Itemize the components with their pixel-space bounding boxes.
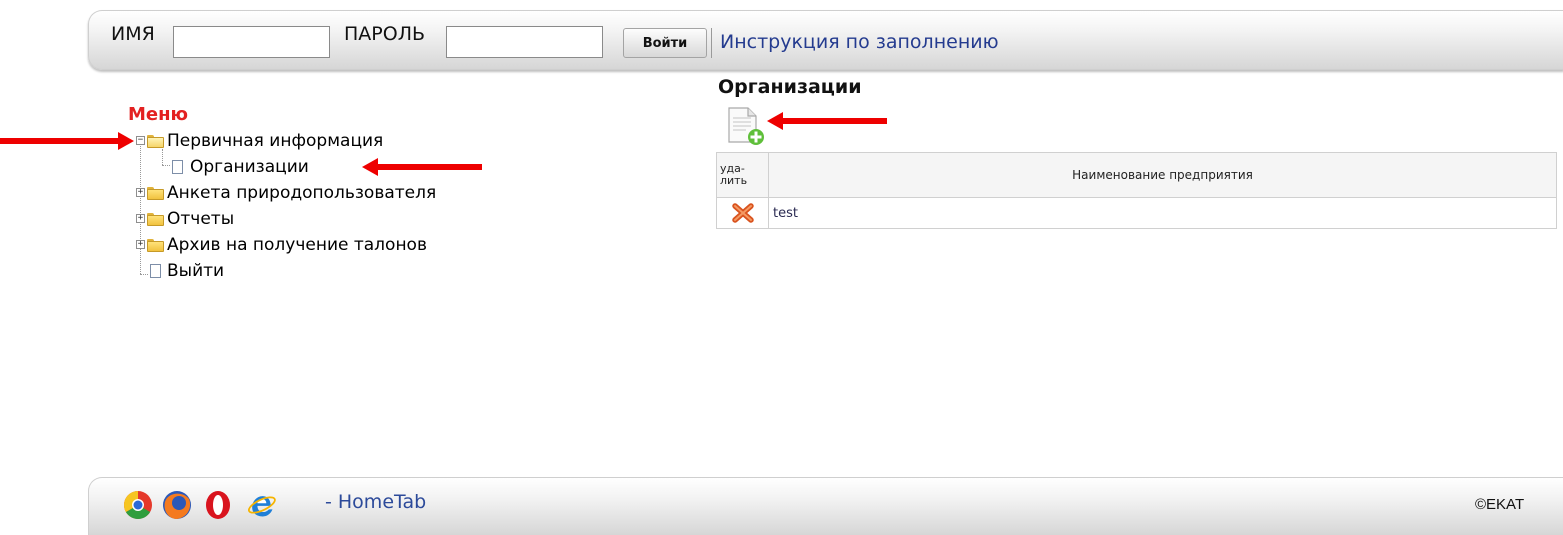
column-header-delete: уда- лить	[716, 152, 769, 198]
copyright: ©EKAT	[1475, 496, 1525, 513]
separator	[711, 28, 712, 58]
menu-item-questionnaire[interactable]: + Анкета природопользователя	[136, 181, 516, 205]
password-label: ПАРОЛЬ	[344, 23, 426, 45]
hometab-link[interactable]: - HomeTab	[325, 491, 426, 513]
menu-item-label: Анкета природопользователя	[167, 183, 437, 203]
annotation-arrow-left	[767, 112, 887, 130]
menu-title: Меню	[128, 104, 189, 125]
menu-item-primary-info[interactable]: − Первичная информация	[136, 129, 466, 153]
column-header-name: Наименование предприятия	[768, 152, 1557, 198]
menu-item-label: Выйти	[167, 261, 225, 281]
folder-open-icon	[147, 135, 164, 148]
page-title: Организации	[718, 76, 862, 98]
menu-item-reports[interactable]: + Отчеты	[136, 207, 276, 231]
chrome-icon[interactable]	[123, 490, 153, 520]
folder-icon	[147, 213, 164, 226]
table-row: test	[716, 197, 1557, 229]
organizations-table: уда- лить Наименование предприятия test	[716, 152, 1557, 229]
expand-icon[interactable]: +	[136, 214, 145, 223]
document-icon	[172, 160, 183, 174]
delete-cell	[716, 197, 769, 229]
ie-icon[interactable]	[246, 490, 276, 520]
menu-item-label: Отчеты	[167, 209, 235, 229]
folder-icon	[147, 187, 164, 200]
footer-bar	[88, 477, 1563, 535]
add-document-icon[interactable]	[726, 106, 766, 146]
help-link[interactable]: Инструкция по заполнению	[720, 31, 999, 53]
menu-item-label: Первичная информация	[167, 131, 384, 151]
login-button[interactable]: Войти	[623, 28, 707, 58]
organization-name-cell[interactable]: test	[768, 197, 1557, 229]
firefox-icon[interactable]	[162, 490, 192, 520]
folder-icon	[147, 239, 164, 252]
name-label: ИМЯ	[111, 23, 155, 45]
annotation-arrow-right	[0, 132, 134, 150]
password-input[interactable]	[446, 26, 603, 58]
opera-icon[interactable]	[203, 490, 233, 520]
table-header-row: уда- лить Наименование предприятия	[716, 152, 1557, 198]
menu-item-logout[interactable]: Выйти	[136, 259, 276, 283]
menu-item-archive[interactable]: + Архив на получение талонов	[136, 233, 516, 257]
document-icon	[150, 264, 161, 278]
menu-item-label: Организации	[190, 157, 309, 177]
menu-item-label: Архив на получение талонов	[167, 235, 427, 255]
expand-icon[interactable]: +	[136, 240, 145, 249]
name-input[interactable]	[173, 26, 330, 58]
menu-item-organizations[interactable]: Организации	[136, 155, 366, 179]
expand-icon[interactable]: +	[136, 188, 145, 197]
annotation-arrow-left	[362, 158, 482, 176]
delete-x-icon[interactable]	[731, 203, 754, 223]
